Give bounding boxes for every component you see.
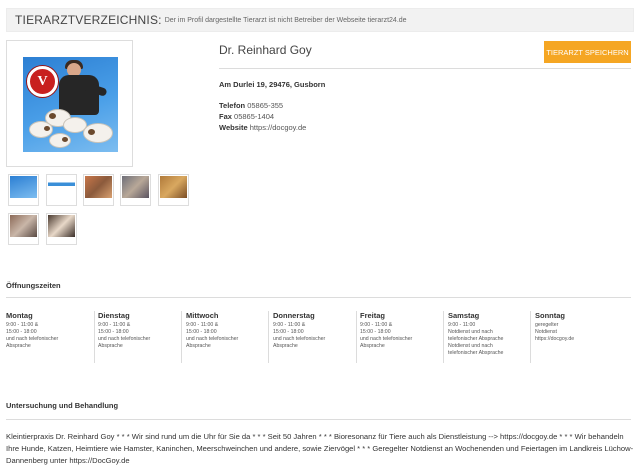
address: Am Durlei 19, 29476, Gusborn	[219, 80, 326, 89]
main-photo[interactable]: V	[23, 57, 118, 152]
day-name: Samstag	[448, 311, 480, 320]
thumbnail-5[interactable]	[158, 174, 189, 206]
dog-4	[83, 123, 113, 143]
day-separator	[356, 311, 357, 363]
day-name: Dienstag	[98, 311, 130, 320]
day-hours: geregelter Notdienst https://docgoy.de	[535, 322, 575, 342]
day-hours: 9:00 - 11:00 & 15:00 - 18:00 und nach te…	[6, 322, 59, 349]
opening-hours-divider	[6, 297, 631, 298]
website-row: Website https://docgoy.de	[219, 123, 306, 132]
vet-name: Dr. Reinhard Goy	[219, 43, 312, 57]
dog-5	[49, 133, 71, 148]
day-hours: 9:00 - 11:00 & 15:00 - 18:00 und nach te…	[98, 322, 151, 349]
opening-hours-grid: Montag 9:00 - 11:00 & 15:00 - 18:00 und …	[6, 311, 631, 363]
day-separator	[181, 311, 182, 363]
day-separator	[530, 311, 531, 363]
vet-logo-icon: V	[27, 66, 58, 97]
treatment-title: Untersuchung und Behandlung	[6, 401, 119, 410]
day-hours: 9:00 - 11:00 & 15:00 - 18:00 und nach te…	[360, 322, 413, 349]
info-banner: TIERARZTVERZEICHNIS: Der im Profil darge…	[6, 8, 634, 32]
thumbnail-2[interactable]	[46, 174, 77, 206]
person-body	[59, 75, 99, 115]
thumbnail-1[interactable]	[8, 174, 39, 206]
day-sunday: Sonntag geregelter Notdienst https://doc…	[535, 311, 615, 363]
treatment-divider	[6, 419, 631, 420]
day-name: Montag	[6, 311, 33, 320]
banner-title: TIERARZTVERZEICHNIS:	[15, 13, 162, 27]
day-name: Freitag	[360, 311, 386, 320]
day-hours: 9:00 - 11:00 & 15:00 - 18:00 und nach te…	[186, 322, 239, 349]
day-monday: Montag 9:00 - 11:00 & 15:00 - 18:00 und …	[6, 311, 86, 363]
divider	[219, 68, 631, 69]
day-name: Donnerstag	[273, 311, 315, 320]
phone-row: Telefon 05865-355	[219, 101, 283, 110]
opening-hours-title: Öffnungszeiten	[6, 281, 61, 290]
thumbnail-3[interactable]	[83, 174, 114, 206]
phone-label: Telefon	[219, 101, 246, 110]
dog-2	[29, 121, 53, 138]
save-vet-button[interactable]: TIERARZT SPEICHERN	[544, 41, 631, 63]
banner-text: Der im Profil dargestellte Tierarzt ist …	[164, 16, 407, 24]
day-separator	[443, 311, 444, 363]
day-wednesday: Mittwoch 9:00 - 11:00 & 15:00 - 18:00 un…	[186, 311, 266, 363]
fax-value: 05865-1404	[234, 112, 275, 121]
day-tuesday: Dienstag 9:00 - 11:00 & 15:00 - 18:00 un…	[98, 311, 178, 363]
thumbnail-6[interactable]	[8, 213, 39, 245]
day-saturday: Samstag 9:00 - 11:00 Notdienst und nach …	[448, 311, 528, 363]
website-label: Website	[219, 123, 248, 132]
day-name: Sonntag	[535, 311, 565, 320]
website-link[interactable]: https://docgoy.de	[250, 123, 307, 132]
phone-value[interactable]: 05865-355	[247, 101, 283, 110]
day-hours: 9:00 - 11:00 & 15:00 - 18:00 und nach te…	[273, 322, 326, 349]
day-thursday: Donnerstag 9:00 - 11:00 & 15:00 - 18:00 …	[273, 311, 353, 363]
day-hours: 9:00 - 11:00 Notdienst und nach telefoni…	[448, 322, 504, 356]
day-separator	[268, 311, 269, 363]
day-friday: Freitag 9:00 - 11:00 & 15:00 - 18:00 und…	[360, 311, 440, 363]
main-photo-frame[interactable]: V	[6, 40, 133, 167]
day-name: Mittwoch	[186, 311, 219, 320]
fax-label: Fax	[219, 112, 232, 121]
treatment-description: Kleintierpraxis Dr. Reinhard Goy * * * W…	[6, 432, 634, 465]
fax-row: Fax 05865-1404	[219, 112, 274, 121]
thumbnail-4[interactable]	[120, 174, 151, 206]
thumbnail-7[interactable]	[46, 213, 77, 245]
day-separator	[94, 311, 95, 363]
